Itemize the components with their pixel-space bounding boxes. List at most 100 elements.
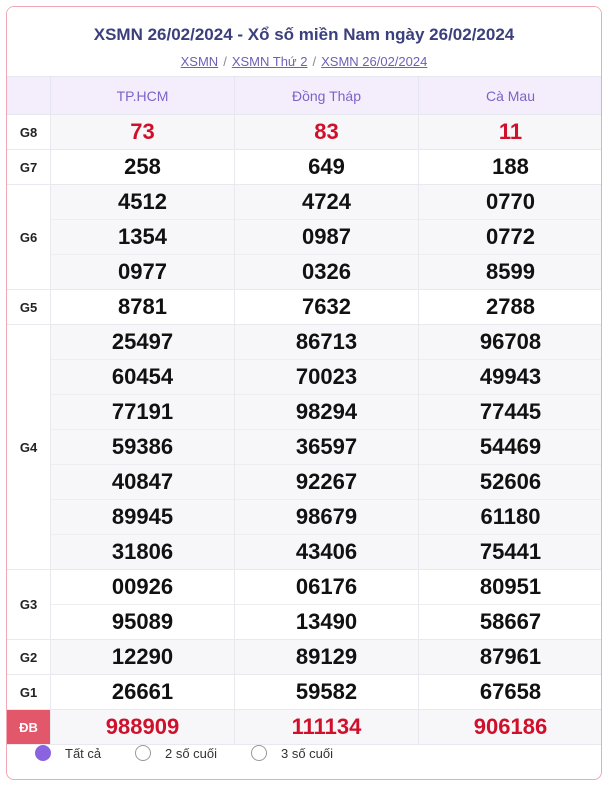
prize-number: 58667 <box>419 604 601 639</box>
table-header-row: TP.HCM Đồng Tháp Cà Mau <box>7 76 601 115</box>
prize-number: 96708 <box>479 329 542 354</box>
prize-number: 59582 <box>295 679 358 704</box>
prize-cell: 188 <box>418 149 601 185</box>
prize-row-g4: G4 25497 60454 77191 59386 40847 89945 31806 867… <box>7 324 601 570</box>
prize-number: 649 <box>308 154 345 179</box>
prize-cell: 11 <box>418 114 601 150</box>
prize-cell: 00926 95089 <box>50 569 235 640</box>
prize-number: 83 <box>314 119 339 144</box>
prize-label: G8 <box>7 114 51 150</box>
prize-number: 25497 <box>111 329 174 354</box>
prize-number: 4512 <box>118 189 167 214</box>
breadcrumb-link-xsmn-thu-2[interactable]: XSMN Thứ 2 <box>232 54 308 69</box>
prize-label: G3 <box>7 569 51 640</box>
breadcrumb-link-date[interactable]: XSMN 26/02/2024 <box>321 54 427 69</box>
prize-number: 89129 <box>295 644 358 669</box>
prize-number: 7632 <box>302 294 351 319</box>
prize-cell: 7632 <box>234 289 419 325</box>
filter-last-3-label: 3 số cuối <box>281 745 334 761</box>
prize-number: 75441 <box>419 534 601 569</box>
prize-number: 86713 <box>295 329 358 354</box>
prize-number: 52606 <box>419 464 601 499</box>
results-panel: XSMN 26/02/2024 - Xổ số miền Nam ngày 26… <box>6 6 602 780</box>
prize-number: 89945 <box>51 499 234 534</box>
filter-all[interactable]: Tất cả <box>35 745 101 761</box>
prize-row-g3: G3 00926 95089 06176 13490 80951 58667 <box>7 569 601 640</box>
prize-number: 67658 <box>479 679 542 704</box>
filter-last-3[interactable]: 3 số cuối <box>251 745 333 761</box>
prize-number: 0772 <box>419 219 601 254</box>
prize-cell: 83 <box>234 114 419 150</box>
prize-cell: 25497 60454 77191 59386 40847 89945 31806 <box>50 324 235 570</box>
prize-cell: 86713 70023 98294 36597 92267 98679 43406 <box>234 324 419 570</box>
prize-number: 12290 <box>111 644 174 669</box>
radio-last-3[interactable] <box>251 745 267 761</box>
column-header-ca-mau[interactable]: Cà Mau <box>418 76 601 115</box>
prize-number: 0326 <box>235 254 418 289</box>
prize-cell: 26661 <box>50 674 235 710</box>
prize-number: 98679 <box>235 499 418 534</box>
prize-cell: 80951 58667 <box>418 569 601 640</box>
prize-cell: 06176 13490 <box>234 569 419 640</box>
prize-number: 95089 <box>51 604 234 639</box>
prize-row-g7: G7 258 649 188 <box>7 149 601 185</box>
prize-number: 31806 <box>51 534 234 569</box>
prize-number: 87961 <box>479 644 542 669</box>
prize-cell: 89129 <box>234 639 419 675</box>
prize-row-g2: G2 12290 89129 87961 <box>7 639 601 675</box>
prize-cell: 649 <box>234 149 419 185</box>
prize-number: 0987 <box>235 219 418 254</box>
prize-label: G6 <box>7 184 51 290</box>
prize-number: 73 <box>130 119 155 144</box>
prize-label: G2 <box>7 639 51 675</box>
column-header-dong-thap[interactable]: Đồng Tháp <box>234 76 419 115</box>
prize-number: 188 <box>492 154 529 179</box>
prize-number: 8599 <box>419 254 601 289</box>
prize-cell: 0770 0772 8599 <box>418 184 601 290</box>
prize-number: 258 <box>124 154 161 179</box>
breadcrumb-link-xsmn[interactable]: XSMN <box>181 54 219 69</box>
prize-number: 60454 <box>51 359 234 394</box>
filter-last-2[interactable]: 2 số cuối <box>135 745 217 761</box>
prize-cell: 4724 0987 0326 <box>234 184 419 290</box>
prize-number: 36597 <box>235 429 418 464</box>
column-header-tphcm[interactable]: TP.HCM <box>50 76 235 115</box>
prize-number: 92267 <box>235 464 418 499</box>
prize-row-g5: G5 8781 7632 2788 <box>7 289 601 325</box>
prize-number: 2788 <box>486 294 535 319</box>
prize-number: 00926 <box>111 574 174 599</box>
prize-cell: 59582 <box>234 674 419 710</box>
radio-last-2[interactable] <box>135 745 151 761</box>
prize-label: G7 <box>7 149 51 185</box>
results-header: XSMN 26/02/2024 - Xổ số miền Nam ngày 26… <box>7 7 601 77</box>
prize-label: G1 <box>7 674 51 710</box>
prize-number: 40847 <box>51 464 234 499</box>
prize-number: 8781 <box>118 294 167 319</box>
prize-number: 43406 <box>235 534 418 569</box>
prize-number: 06176 <box>295 574 358 599</box>
header-corner <box>7 76 51 115</box>
results-table: TP.HCM Đồng Tháp Cà Mau G8 73 83 11 G7 258 649… <box>7 76 601 745</box>
prize-number: 1354 <box>51 219 234 254</box>
prize-label: G5 <box>7 289 51 325</box>
prize-number: 77445 <box>419 394 601 429</box>
prize-cell: 96708 49943 77445 54469 52606 61180 75441 <box>418 324 601 570</box>
prize-cell: 2788 <box>418 289 601 325</box>
radio-all[interactable] <box>35 745 51 761</box>
prize-cell: 73 <box>50 114 235 150</box>
prize-row-g1: G1 26661 59582 67658 <box>7 674 601 710</box>
filter-last-2-label: 2 số cuối <box>165 745 218 761</box>
breadcrumb: XSMN / XSMN Thứ 2 / XSMN 26/02/2024 <box>7 54 601 69</box>
prize-label: G4 <box>7 324 51 570</box>
prize-number: 11 <box>498 119 523 144</box>
prize-cell: 87961 <box>418 639 601 675</box>
filter-options: Tất cả 2 số cuối 3 số cuối <box>7 727 601 779</box>
prize-number: 49943 <box>419 359 601 394</box>
prize-number: 54469 <box>419 429 601 464</box>
prize-row-g8: G8 73 83 11 <box>7 114 601 150</box>
prize-number: 13490 <box>235 604 418 639</box>
prize-number: 0770 <box>486 189 535 214</box>
prize-number: 98294 <box>235 394 418 429</box>
prize-number: 4724 <box>302 189 351 214</box>
page-title: XSMN 26/02/2024 - Xổ số miền Nam ngày 26… <box>93 25 515 44</box>
